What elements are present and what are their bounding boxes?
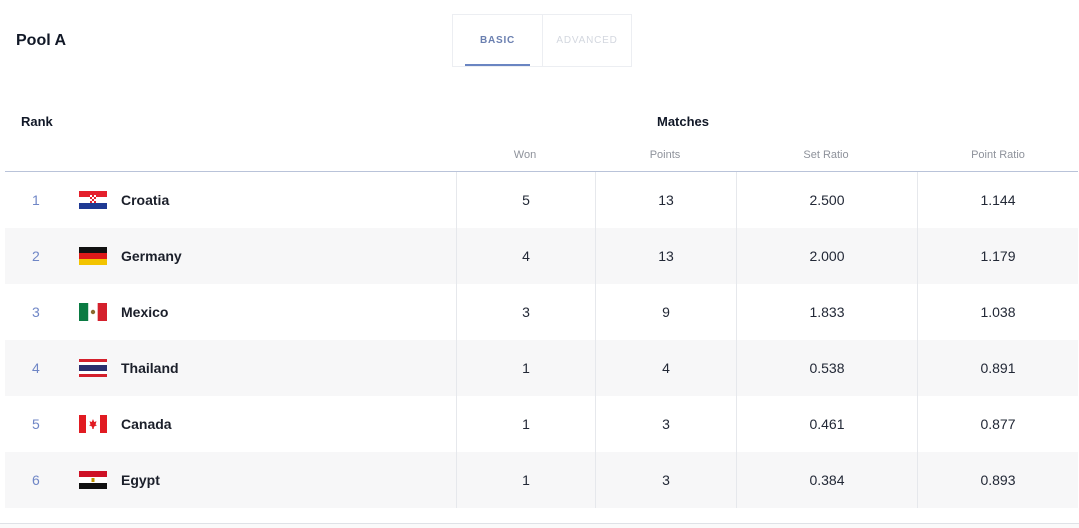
won-column-header: Won bbox=[513, 149, 537, 161]
won-cell: 1 bbox=[456, 340, 595, 396]
rank-cell: 4 bbox=[32, 360, 40, 376]
point-ratio-cell: 0.891 bbox=[917, 340, 1078, 396]
point-ratio-cell: 1.179 bbox=[917, 228, 1078, 284]
croatia-flag-icon bbox=[79, 191, 107, 209]
rank-header: Rank bbox=[21, 114, 53, 129]
won-cell: 3 bbox=[456, 284, 595, 340]
mexico-flag-icon bbox=[79, 303, 107, 321]
rank-cell: 2 bbox=[32, 248, 40, 264]
pool-title: Pool A bbox=[16, 32, 67, 49]
team-name[interactable]: Thailand bbox=[121, 340, 179, 396]
table-row: 3 Mexico 3 9 1.833 1.038 bbox=[5, 284, 1078, 340]
bottom-divider bbox=[0, 523, 1079, 528]
won-cell: 1 bbox=[456, 452, 595, 508]
set-ratio-cell: 1.833 bbox=[736, 284, 917, 340]
standings-table: 1 Croatia 5 13 2.500 1.144 2 Germany 4 1… bbox=[5, 172, 1078, 508]
table-row: 6 Egypt 1 3 0.384 0.893 bbox=[5, 452, 1078, 508]
points-cell: 9 bbox=[595, 284, 736, 340]
team-name[interactable]: Croatia bbox=[121, 172, 169, 228]
table-row: 5 Canada 1 3 0.461 0.877 bbox=[5, 396, 1078, 452]
point-ratio-cell: 0.877 bbox=[917, 396, 1078, 452]
canada-flag-icon bbox=[79, 415, 107, 433]
won-cell: 1 bbox=[456, 396, 595, 452]
point-ratio-column-header: Point Ratio bbox=[971, 149, 1025, 161]
egypt-flag-icon bbox=[79, 471, 107, 489]
team-name[interactable]: Canada bbox=[121, 396, 172, 452]
rank-cell: 6 bbox=[32, 472, 40, 488]
germany-flag-icon bbox=[79, 247, 107, 265]
rank-cell: 5 bbox=[32, 416, 40, 432]
set-ratio-cell: 0.461 bbox=[736, 396, 917, 452]
team-name[interactable]: Germany bbox=[121, 228, 182, 284]
point-ratio-cell: 1.144 bbox=[917, 172, 1078, 228]
matches-header: Matches bbox=[657, 114, 710, 129]
team-name[interactable]: Egypt bbox=[121, 452, 160, 508]
rank-cell: 3 bbox=[32, 304, 40, 320]
points-cell: 3 bbox=[595, 396, 736, 452]
points-cell: 13 bbox=[595, 172, 736, 228]
view-tabs: BASIC ADVANCED bbox=[452, 14, 632, 67]
point-ratio-cell: 1.038 bbox=[917, 284, 1078, 340]
table-row: 1 Croatia 5 13 2.500 1.144 bbox=[5, 172, 1078, 228]
table-row: 2 Germany 4 13 2.000 1.179 bbox=[5, 228, 1078, 284]
team-name[interactable]: Mexico bbox=[121, 284, 168, 340]
points-column-header: Points bbox=[649, 149, 681, 161]
rank-cell: 1 bbox=[32, 192, 40, 208]
set-ratio-cell: 2.500 bbox=[736, 172, 917, 228]
thailand-flag-icon bbox=[79, 359, 107, 377]
points-cell: 3 bbox=[595, 452, 736, 508]
tab-advanced[interactable]: ADVANCED bbox=[542, 15, 631, 66]
set-ratio-column-header: Set Ratio bbox=[803, 149, 849, 161]
points-cell: 13 bbox=[595, 228, 736, 284]
tab-basic[interactable]: BASIC bbox=[453, 15, 542, 66]
set-ratio-cell: 0.538 bbox=[736, 340, 917, 396]
points-cell: 4 bbox=[595, 340, 736, 396]
set-ratio-cell: 0.384 bbox=[736, 452, 917, 508]
won-cell: 5 bbox=[456, 172, 595, 228]
point-ratio-cell: 0.893 bbox=[917, 452, 1078, 508]
won-cell: 4 bbox=[456, 228, 595, 284]
table-row: 4 Thailand 1 4 0.538 0.891 bbox=[5, 340, 1078, 396]
set-ratio-cell: 2.000 bbox=[736, 228, 917, 284]
